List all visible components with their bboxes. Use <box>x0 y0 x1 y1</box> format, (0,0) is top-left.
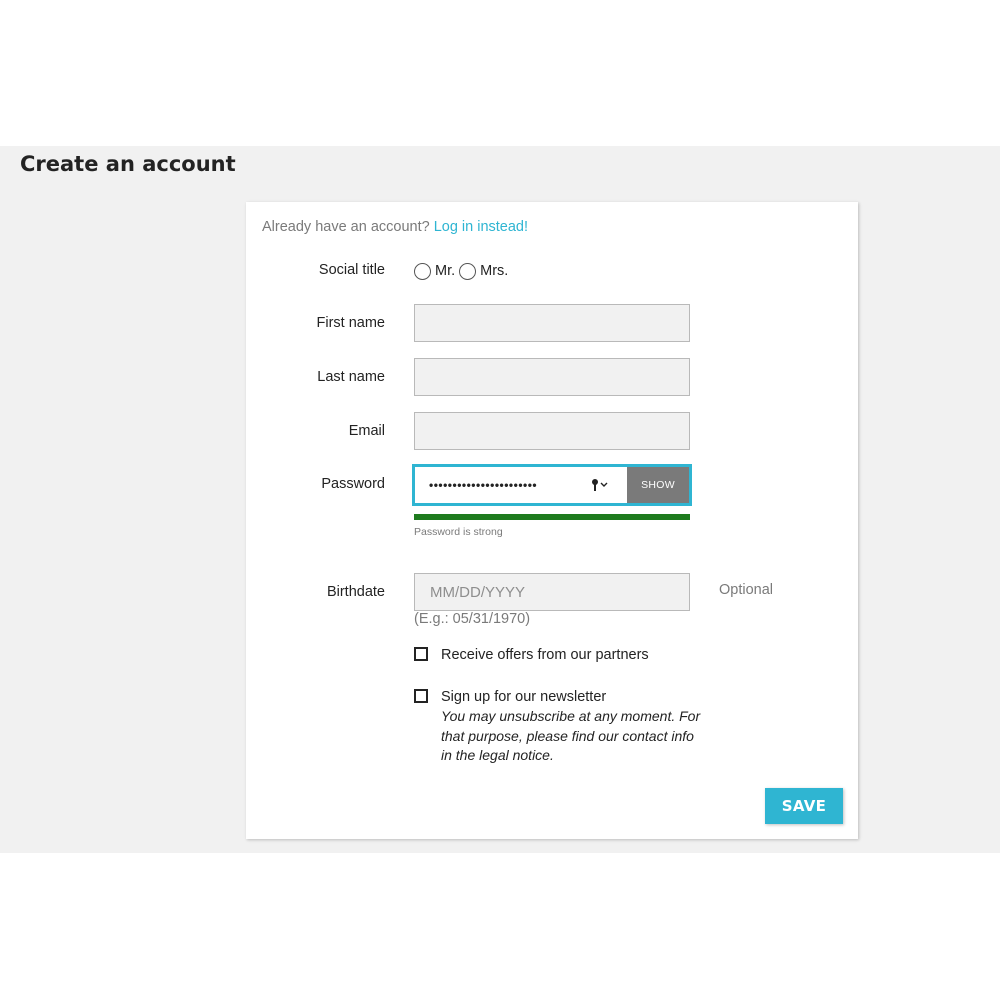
email-field[interactable] <box>414 412 690 450</box>
password-field[interactable]: ••••••••••••••••••••••• <box>415 467 627 503</box>
password-masked-value: ••••••••••••••••••••••• <box>429 478 538 492</box>
login-link[interactable]: Log in instead! <box>434 219 528 235</box>
radio-mrs-label[interactable]: Mrs. <box>480 263 508 279</box>
key-icon[interactable] <box>591 478 609 492</box>
radio-mr[interactable] <box>414 262 431 280</box>
login-prompt-text: Already have an account? <box>262 219 430 235</box>
newsletter-label[interactable]: Sign up for our newsletter <box>441 689 606 705</box>
last-name-label: Last name <box>317 369 385 385</box>
radio-mrs[interactable] <box>459 262 477 280</box>
birthdate-field[interactable] <box>414 573 690 611</box>
partner-offers-label[interactable]: Receive offers from our partners <box>441 647 649 663</box>
login-prompt: Already have an account? Log in instead! <box>262 219 528 235</box>
birthdate-optional-text: Optional <box>719 582 774 598</box>
birthdate-example: (E.g.: 05/31/1970) <box>414 611 531 627</box>
first-name-field[interactable] <box>414 304 690 342</box>
last-name-field[interactable] <box>414 358 690 396</box>
account-form-card: Already have an account? Log in instead!… <box>246 202 858 839</box>
password-input-group: ••••••••••••••••••••••• SHOW <box>412 464 692 506</box>
birthdate-label: Birthdate <box>326 584 385 600</box>
partner-offers-checkbox[interactable] <box>414 647 428 661</box>
save-button[interactable]: SAVE <box>765 788 843 824</box>
email-label: Email <box>348 423 385 439</box>
page-title: Create an account <box>20 152 236 176</box>
password-strength-bar <box>414 514 690 520</box>
newsletter-checkbox[interactable] <box>414 689 428 703</box>
first-name-label: First name <box>316 315 386 331</box>
radio-mr-label[interactable]: Mr. <box>435 263 455 279</box>
password-strength-text: Password is strong <box>414 526 503 538</box>
password-label: Password <box>321 476 385 492</box>
newsletter-note: You may unsubscribe at any moment. For t… <box>441 708 701 763</box>
social-title-label: Social title <box>318 262 385 278</box>
social-title-radio-group: Mr. Mrs. <box>414 261 512 281</box>
show-password-button[interactable]: SHOW <box>627 467 689 503</box>
